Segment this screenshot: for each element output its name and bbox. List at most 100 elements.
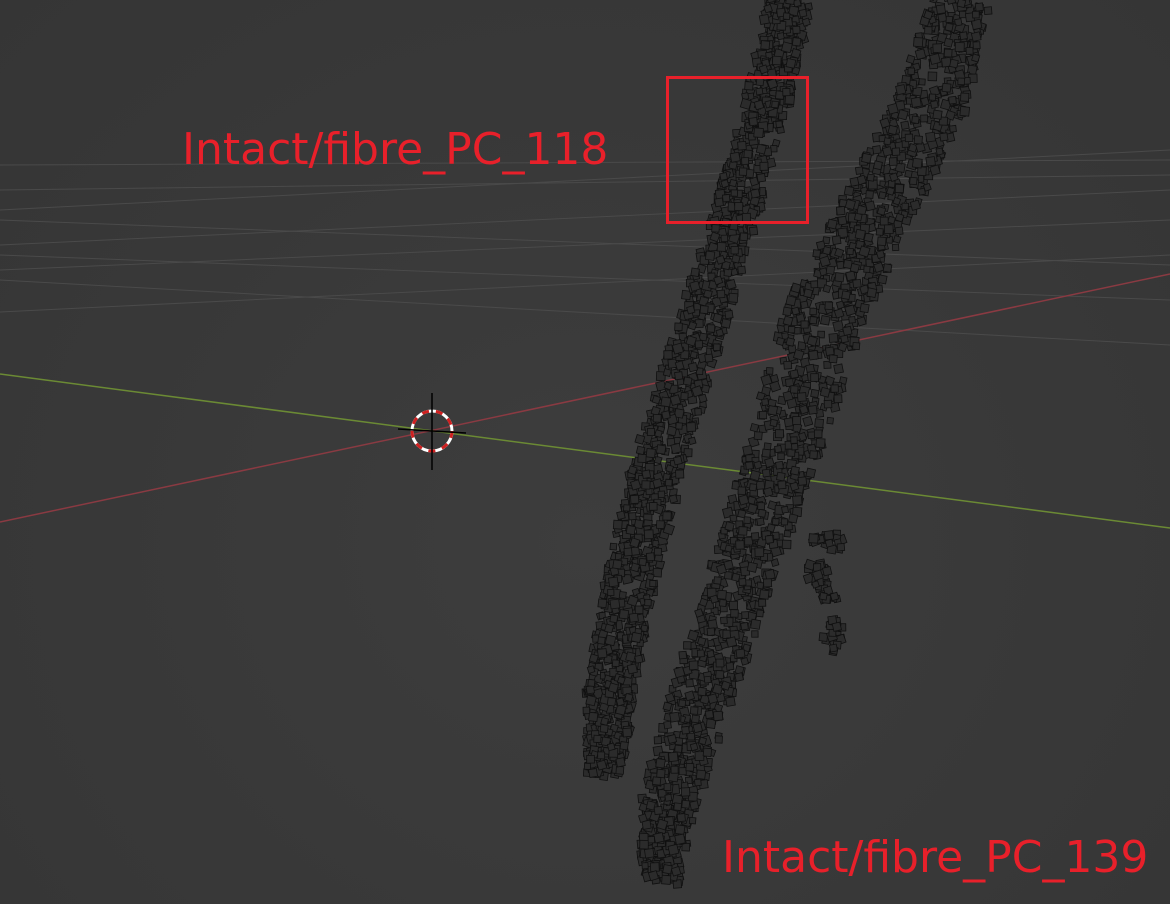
- point-fibre-139: [750, 618, 762, 630]
- point-fibre-139: [724, 521, 735, 532]
- point-fibre-139: [823, 399, 833, 409]
- point-fibre-139: [925, 156, 936, 167]
- point-fibre-118: [612, 519, 623, 530]
- point-fibre-118: [583, 762, 592, 770]
- point-fibre-118: [656, 520, 665, 529]
- point-fibre-139: [758, 410, 768, 420]
- point-fibre-139: [663, 783, 672, 791]
- point-fibre-139: [840, 334, 849, 344]
- point-fibre-118: [720, 234, 729, 243]
- point-fibre-118: [651, 395, 661, 405]
- point-fibre-139: [670, 765, 679, 774]
- point-fibre-139: [790, 385, 799, 394]
- point-fibre-139: [877, 274, 888, 285]
- point-fragment: [831, 621, 842, 632]
- point-fibre-139: [730, 609, 739, 618]
- point-fibre-118: [686, 422, 697, 433]
- point-fibre-139: [737, 486, 747, 495]
- point-fibre-139: [676, 813, 686, 823]
- point-fibre-139: [761, 448, 771, 458]
- point-fibre-139: [756, 517, 765, 527]
- point-fibre-139: [694, 778, 702, 787]
- point-fibre-139: [691, 714, 700, 724]
- point-fibre-118: [669, 394, 682, 406]
- point-fibre-139: [652, 776, 662, 786]
- point-fibre-139: [790, 442, 799, 451]
- point-fibre-139: [662, 701, 673, 712]
- point-fibre-118: [626, 663, 638, 675]
- point-fibre-118: [792, 25, 801, 35]
- point-fibre-118: [586, 665, 596, 674]
- point-fibre-118: [672, 455, 683, 466]
- point-fibre-139: [959, 106, 971, 117]
- point-fibre-118: [609, 542, 618, 551]
- point-fibre-139: [949, 58, 959, 69]
- point-fibre-139: [782, 306, 793, 317]
- point-fibre-139: [859, 303, 870, 314]
- point-fibre-139: [954, 42, 965, 53]
- point-fibre-139: [883, 224, 894, 235]
- point-fibre-118: [716, 289, 726, 299]
- point-fibre-139: [775, 336, 785, 346]
- point-cloud-fragments[interactable]: [802, 529, 848, 657]
- point-fragment: [824, 538, 834, 548]
- point-fibre-118: [624, 692, 634, 703]
- point-fibre-139: [696, 649, 705, 658]
- point-fibre-139: [844, 198, 856, 211]
- point-fibre-118: [664, 478, 673, 487]
- point-fibre-118: [653, 547, 662, 556]
- point-fibre-118: [586, 754, 595, 764]
- point-fibre-118: [772, 55, 782, 66]
- point-fibre-139: [863, 232, 874, 243]
- point-fibre-118: [758, 13, 770, 25]
- point-fibre-118: [630, 494, 640, 505]
- point-fibre-118: [652, 413, 662, 423]
- point-fibre-118: [615, 704, 627, 716]
- point-fibre-139: [661, 874, 672, 885]
- point-fibre-139: [864, 200, 876, 212]
- point-fibre-118: [596, 648, 608, 659]
- point-fibre-139: [913, 135, 923, 145]
- point-fibre-118: [785, 57, 797, 69]
- point-fibre-139: [937, 12, 948, 23]
- point-fibre-118: [690, 267, 700, 278]
- point-fibre-139: [887, 124, 898, 136]
- point-fibre-139: [753, 431, 763, 441]
- point-fibre-139: [725, 662, 735, 671]
- point-fibre-118: [587, 678, 596, 687]
- point-fragment: [821, 565, 833, 577]
- point-fibre-139: [737, 494, 750, 506]
- point-fibre-118: [654, 429, 663, 438]
- point-fibre-139: [775, 460, 784, 470]
- 3d-viewport[interactable]: Intact/fibre_PC_118 Intact/fibre_PC_139: [0, 0, 1170, 904]
- point-fibre-139: [750, 532, 760, 541]
- point-fibre-118: [625, 651, 637, 663]
- point-fibre-139: [744, 536, 753, 546]
- point-fibre-139: [653, 832, 665, 844]
- point-fibre-118: [785, 0, 796, 5]
- point-fibre-139: [673, 666, 686, 679]
- point-fibre-118: [782, 12, 791, 21]
- point-fibre-139: [723, 570, 733, 580]
- point-fibre-118: [597, 751, 606, 760]
- point-fibre-139: [909, 176, 918, 186]
- point-fibre-139: [785, 295, 797, 307]
- point-fibre-118: [641, 480, 651, 490]
- point-fibre-139: [917, 187, 926, 196]
- point-fibre-139: [674, 833, 686, 846]
- point-fibre-118: [630, 562, 641, 573]
- point-fibre-139: [667, 733, 678, 744]
- point-fibre-118: [600, 716, 610, 726]
- highlight-box-fibre-118: [666, 76, 809, 224]
- point-fibre-139: [872, 160, 883, 171]
- point-fibre-139: [656, 768, 666, 779]
- point-fibre-139: [897, 109, 909, 121]
- point-fragment: [829, 591, 840, 602]
- point-fibre-118: [615, 757, 626, 768]
- floor-grid: [0, 149, 1170, 346]
- point-fibre-139: [894, 212, 905, 223]
- 3d-cursor-icon[interactable]: [397, 393, 467, 470]
- point-fibre-139: [826, 218, 838, 230]
- point-fibre-139: [944, 22, 954, 32]
- point-fibre-139: [974, 2, 984, 12]
